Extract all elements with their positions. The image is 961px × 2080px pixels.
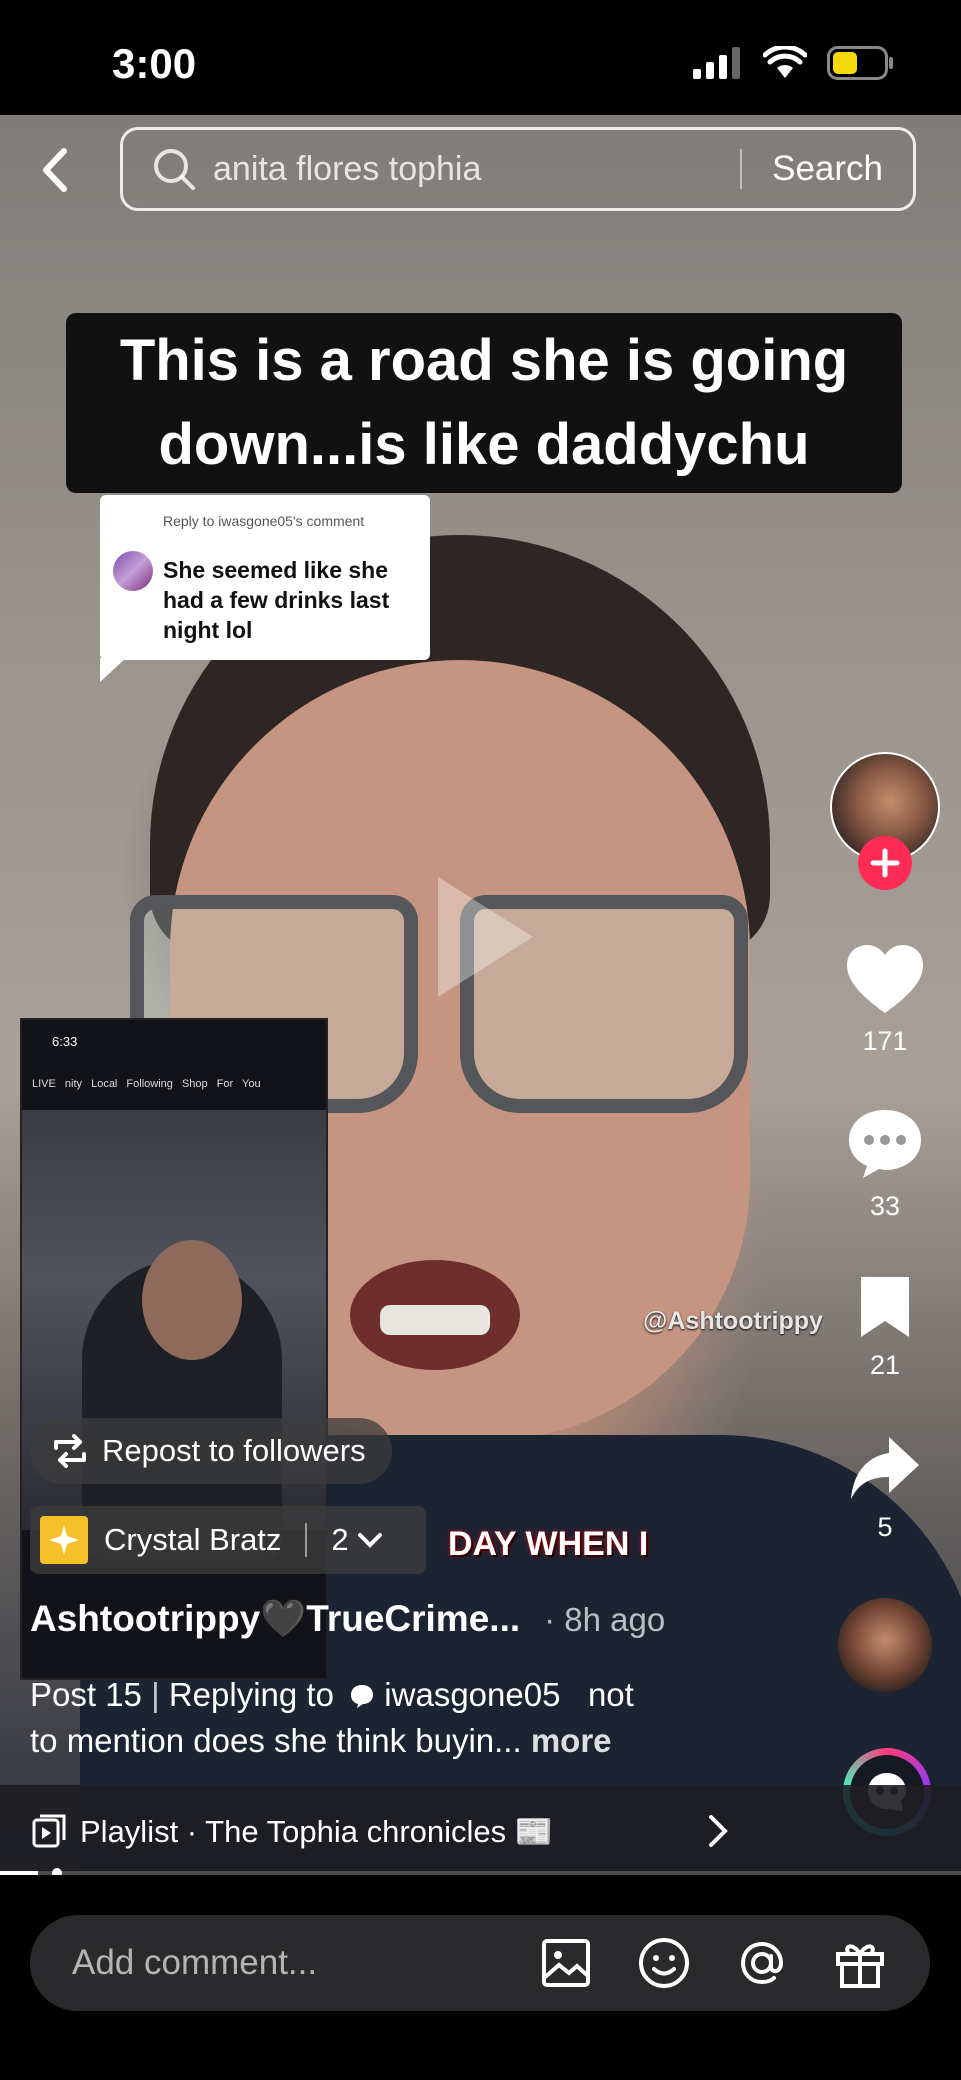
like-count: 171 bbox=[862, 1026, 908, 1056]
repost-icon bbox=[54, 1434, 86, 1468]
share-button[interactable]: 5 bbox=[820, 1435, 950, 1543]
cellular-icon bbox=[693, 47, 740, 79]
repost-button[interactable]: Repost to followers bbox=[30, 1418, 392, 1484]
follow-button[interactable] bbox=[858, 836, 912, 890]
bookmark-icon bbox=[861, 1277, 909, 1337]
comment-count: 33 bbox=[869, 1191, 901, 1221]
playlist-bar[interactable]: Playlist · The Tophia chronicles 📰 bbox=[0, 1785, 961, 1877]
reply-user[interactable]: iwasgone05 bbox=[384, 1676, 560, 1713]
video-subtitle: DAY WHEN I bbox=[448, 1525, 649, 1563]
music-disc[interactable] bbox=[838, 1598, 932, 1692]
collab-name: Crystal Bratz bbox=[104, 1522, 282, 1557]
post-series: Post 15 bbox=[30, 1676, 142, 1713]
like-button[interactable]: 171 bbox=[820, 945, 950, 1057]
bookmark-button[interactable]: 21 bbox=[820, 1275, 950, 1381]
reply-header: Reply to iwasgone05's comment bbox=[163, 513, 365, 529]
status-icons bbox=[693, 46, 895, 80]
heart-icon bbox=[847, 945, 923, 1013]
share-count: 5 bbox=[877, 1512, 893, 1542]
playlist-icon bbox=[32, 1814, 66, 1848]
screen: 3:00 anita flores tophia Search This is … bbox=[0, 0, 961, 2080]
gift-icon[interactable] bbox=[832, 1935, 888, 1991]
post-time: · 8h ago bbox=[544, 1601, 666, 1638]
search-icon bbox=[154, 149, 195, 190]
battery-icon bbox=[827, 46, 893, 80]
image-icon[interactable] bbox=[538, 1935, 594, 1991]
comment-icon bbox=[849, 1110, 921, 1178]
repost-label: Repost to followers bbox=[102, 1433, 366, 1468]
reply-text: She seemed like she had a few drinks las… bbox=[163, 557, 390, 643]
caption-line-2: down...is like daddychu bbox=[158, 412, 810, 477]
search-bar[interactable]: anita flores tophia Search bbox=[120, 127, 916, 211]
comment-bar[interactable]: Add comment... bbox=[30, 1915, 930, 2011]
collab-divider bbox=[305, 1523, 308, 1557]
collab-icon bbox=[40, 1516, 88, 1564]
video-caption: This is a road she is going down...is li… bbox=[66, 313, 902, 493]
search-button[interactable]: Search bbox=[742, 149, 913, 189]
collab-count: 2 bbox=[331, 1522, 349, 1557]
comment-bubble-icon bbox=[351, 1685, 374, 1708]
wifi-icon bbox=[763, 46, 807, 78]
post-text-start: not bbox=[587, 1676, 634, 1713]
chevron-down-icon bbox=[357, 1533, 382, 1548]
mention-icon[interactable] bbox=[734, 1935, 790, 1991]
collab-chip[interactable]: Crystal Bratz 2 bbox=[30, 1506, 426, 1574]
post-description[interactable]: Post 15 | Replying to iwasgone05 not to … bbox=[30, 1672, 730, 1764]
video-watermark: @Ashtootrippy bbox=[643, 1307, 823, 1335]
play-icon[interactable] bbox=[428, 872, 538, 1002]
reply-avatar bbox=[113, 551, 153, 591]
comment-button[interactable]: 33 bbox=[820, 1108, 950, 1222]
reply-comment-sticker[interactable]: Reply to iwasgone05's comment She seemed… bbox=[100, 495, 430, 682]
reply-prefix: Replying to bbox=[168, 1676, 334, 1713]
status-bar: 3:00 bbox=[0, 0, 961, 115]
emoji-icon[interactable] bbox=[636, 1935, 692, 1991]
playlist-label: Playlist · The Tophia chronicles 📰 bbox=[80, 1813, 554, 1849]
back-icon[interactable] bbox=[36, 145, 76, 195]
video-mouth bbox=[350, 1260, 520, 1370]
pip-status-time: 6:33 bbox=[52, 1034, 78, 1049]
post-author-line[interactable]: Ashtootrippy🖤TrueCrime... · 8h ago bbox=[30, 1598, 665, 1641]
more-link[interactable]: more bbox=[531, 1722, 612, 1759]
pip-tabs: LIVE nity Local Following Shop For You bbox=[32, 1078, 261, 1090]
search-input[interactable]: anita flores tophia bbox=[213, 150, 740, 189]
plus-icon bbox=[870, 848, 900, 878]
pip-video[interactable]: 6:33 LIVE nity Local Following Shop For … bbox=[20, 1018, 328, 1680]
status-time: 3:00 bbox=[112, 40, 197, 87]
caption-line-1: This is a road she is going bbox=[119, 328, 849, 393]
share-icon bbox=[851, 1437, 919, 1499]
bottom-bar: Add comment... bbox=[0, 1875, 961, 2080]
comment-input[interactable]: Add comment... bbox=[72, 1943, 538, 1983]
chevron-right-icon[interactable] bbox=[707, 1813, 729, 1849]
bookmark-count: 21 bbox=[869, 1350, 901, 1380]
author-name[interactable]: Ashtootrippy🖤TrueCrime... bbox=[30, 1598, 520, 1639]
post-text: to mention does she think buyin... bbox=[30, 1722, 522, 1759]
